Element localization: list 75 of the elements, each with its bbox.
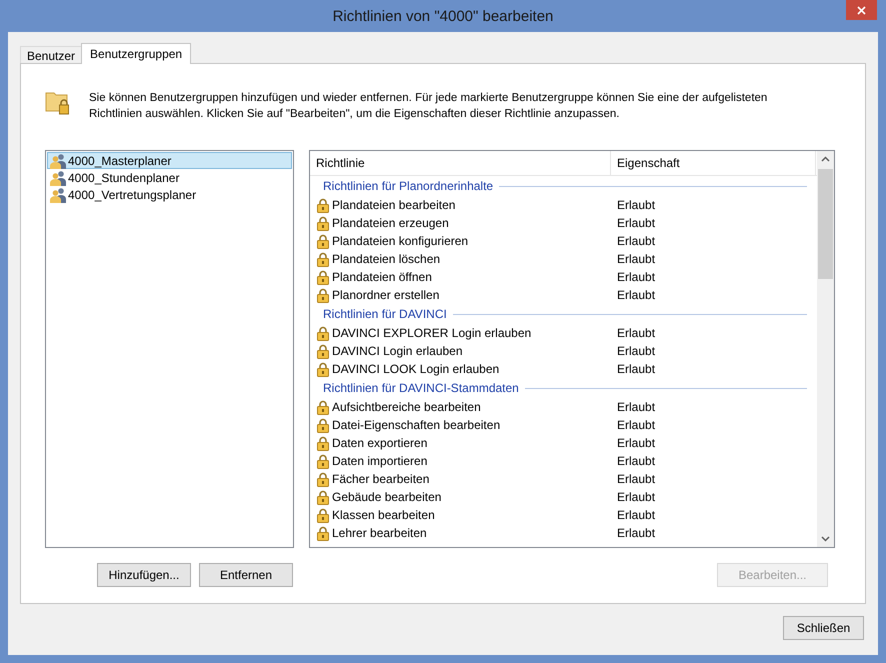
padlock-icon	[317, 270, 329, 284]
section-title: Richtlinien für Planordnerinhalte	[323, 179, 494, 193]
policy-name: Datei-Eigenschaften bearbeiten	[332, 418, 500, 432]
action-button[interactable]: Hinzufügen...	[97, 563, 191, 587]
padlock-icon	[317, 508, 329, 522]
section-title: Richtlinien für DAVINCI-Stammdaten	[323, 381, 519, 395]
policy-value: Erlaubt	[616, 454, 656, 468]
policy-value: Erlaubt	[616, 216, 656, 230]
padlock-icon	[317, 216, 329, 230]
group-label: 4000_Stundenplaner	[68, 170, 180, 184]
policy-name: Daten exportieren	[332, 436, 428, 450]
group-label: 4000_Masterplaner	[68, 154, 172, 168]
padlock-icon	[317, 234, 329, 248]
policy-name: Plandateien konfigurieren	[332, 234, 468, 248]
policy-name: Lehrer bearbeiten	[332, 526, 427, 540]
policy-value: Erlaubt	[616, 436, 656, 450]
padlock-icon	[317, 362, 329, 376]
policy-value: Erlaubt	[616, 400, 656, 414]
padlock-icon	[317, 418, 329, 432]
padlock-icon	[317, 288, 329, 302]
section-title: Richtlinien für DAVINCI	[323, 307, 447, 321]
policy-name: Plandateien bearbeiten	[332, 198, 456, 212]
policy-value: Erlaubt	[616, 472, 656, 486]
users-icon	[50, 170, 66, 186]
policy-value: Erlaubt	[616, 362, 656, 376]
group-label: 4000_Vertretungsplaner	[68, 188, 196, 202]
policy-name: Plandateien öffnen	[332, 270, 432, 284]
policy-value: Erlaubt	[616, 234, 656, 248]
policy-value: Erlaubt	[616, 326, 656, 340]
policy-name: Planordner erstellen	[332, 288, 440, 302]
action-button[interactable]: Entfernen	[199, 563, 293, 587]
close-icon	[857, 6, 866, 14]
policy-name: Plandateien erzeugen	[332, 216, 449, 230]
column-header[interactable]: Eigenschaft	[611, 151, 816, 175]
policy-value: Erlaubt	[616, 526, 656, 540]
padlock-icon	[317, 326, 329, 340]
padlock-icon	[317, 472, 329, 486]
padlock-icon	[317, 252, 329, 266]
padlock-icon	[317, 400, 329, 414]
policy-value: Erlaubt	[616, 270, 656, 284]
group-item[interactable]: 4000_Vertretungsplaner	[47, 186, 292, 203]
tab[interactable]: Benutzergruppen	[81, 43, 192, 64]
padlock-icon	[317, 344, 329, 358]
policy-name: Aufsichtbereiche bearbeiten	[332, 400, 481, 414]
padlock-icon	[317, 490, 329, 504]
policy-value: Erlaubt	[616, 252, 656, 266]
policy-name: DAVINCI LOOK Login erlauben	[332, 362, 500, 376]
window-title: Richtlinien von "4000" bearbeiten	[332, 8, 554, 24]
policy-value: Erlaubt	[616, 418, 656, 432]
padlock-icon	[317, 436, 329, 450]
padlock-icon	[317, 198, 329, 212]
scrollbar-thumb[interactable]	[818, 169, 833, 279]
tab[interactable]: Benutzer	[20, 46, 82, 64]
policy-name: Fächer bearbeiten	[332, 472, 430, 486]
policy-value: Erlaubt	[616, 288, 656, 302]
policy-value: Erlaubt	[616, 344, 656, 358]
close-button[interactable]	[846, 0, 877, 20]
padlock-icon	[317, 454, 329, 468]
padlock-icon	[317, 526, 329, 540]
policy-name: Gebäude bearbeiten	[332, 490, 442, 504]
close-dialog-button[interactable]: Schließen	[783, 616, 864, 640]
description-text: Sie können Benutzergruppen hinzufügen und wieder entfernen. Für jede markierte Benutzergruppe können Sie eine der aufgelisteten Richtlinien auswählen. Klicken Sie auf "Bearbeiten", um die Eigenschaften dieser Richtlinie anzupassen.	[89, 91, 768, 122]
group-item[interactable]: 4000_Stundenplaner	[47, 169, 292, 186]
policy-name: Klassen bearbeiten	[332, 508, 435, 522]
policy-name: Plandateien löschen	[332, 252, 440, 266]
policy-name: DAVINCI EXPLORER Login erlauben	[332, 326, 532, 340]
policy-name: DAVINCI Login erlauben	[332, 344, 463, 358]
policy-value: Erlaubt	[616, 198, 656, 212]
policy-value: Erlaubt	[616, 508, 656, 522]
policy-value: Erlaubt	[616, 490, 656, 504]
users-icon	[50, 152, 66, 168]
policy-name: Daten importieren	[332, 454, 428, 468]
group-item[interactable]: 4000_Masterplaner	[47, 152, 292, 169]
users-icon	[50, 186, 66, 202]
column-header[interactable]: Richtlinie	[310, 151, 611, 175]
